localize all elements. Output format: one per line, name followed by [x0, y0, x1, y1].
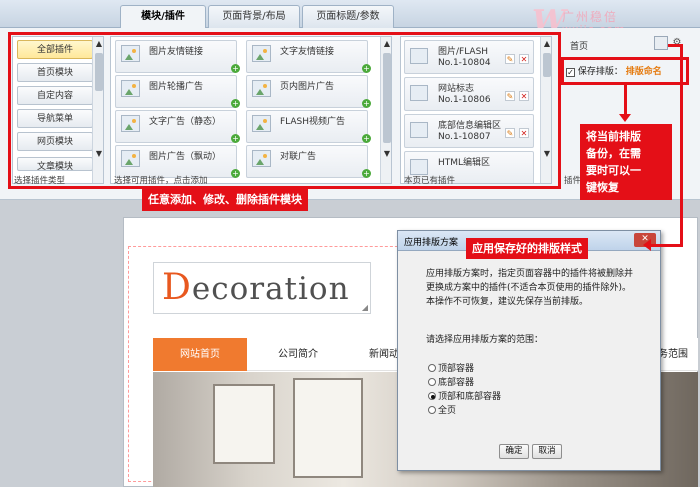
tab-modules[interactable]: 模块/插件: [120, 5, 206, 29]
nav-home[interactable]: 网站首页: [153, 338, 247, 371]
arrow-line: [624, 84, 627, 118]
apply-layout-dialog: 应用排版方案 ✕ 应用排版方案时，指定页面容器中的插件将被删除并更换成方案中的插…: [397, 230, 661, 471]
page-label: 首页: [570, 42, 589, 52]
cancel-button[interactable]: 取消: [532, 444, 562, 459]
radio-icon[interactable]: [428, 378, 436, 386]
nav-news[interactable]: 新闻动: [345, 338, 405, 371]
right-footer: 插件: [564, 176, 582, 186]
caption-apply-layout: 应用保存好的排版样式: [466, 238, 588, 259]
arrow-line: [680, 46, 683, 246]
arrow-line: [650, 244, 683, 247]
radio-top-bottom-container[interactable]: 顶部和底部容器: [428, 389, 501, 402]
highlight-box-save: [561, 57, 689, 85]
nav-about[interactable]: 公司简介: [253, 338, 343, 371]
arrow-left-icon: [643, 239, 651, 251]
radio-icon[interactable]: [428, 364, 436, 372]
corner-button[interactable]: [654, 36, 668, 50]
tab-title-params[interactable]: 页面标题/参数: [302, 5, 394, 28]
dialog-message: 应用排版方案时，指定页面容器中的插件将被删除并更换成方案中的插件(不适合本页使用…: [426, 269, 634, 307]
radio-top-container[interactable]: 顶部容器: [428, 361, 474, 374]
radio-selected-icon[interactable]: [428, 392, 436, 400]
dialog-title: 应用排版方案: [404, 238, 459, 248]
arrow-down-icon: [619, 114, 631, 122]
highlight-box-plugins: [8, 32, 561, 189]
radio-full-page[interactable]: 全页: [428, 403, 456, 416]
radio-icon[interactable]: [428, 406, 436, 414]
tab-background-layout[interactable]: 页面背景/布局: [208, 5, 300, 28]
caption-backup: 将当前排版 备份，在需 要时可以一 键恢复: [580, 124, 672, 200]
arrow-line: [668, 44, 683, 47]
dialog-question: 请选择应用排版方案的范围：: [426, 335, 544, 345]
caption-plugins: 任意添加、修改、删除插件模块: [142, 189, 308, 211]
ok-button[interactable]: 确定: [499, 444, 529, 459]
radio-bottom-container[interactable]: 底部容器: [428, 375, 474, 388]
